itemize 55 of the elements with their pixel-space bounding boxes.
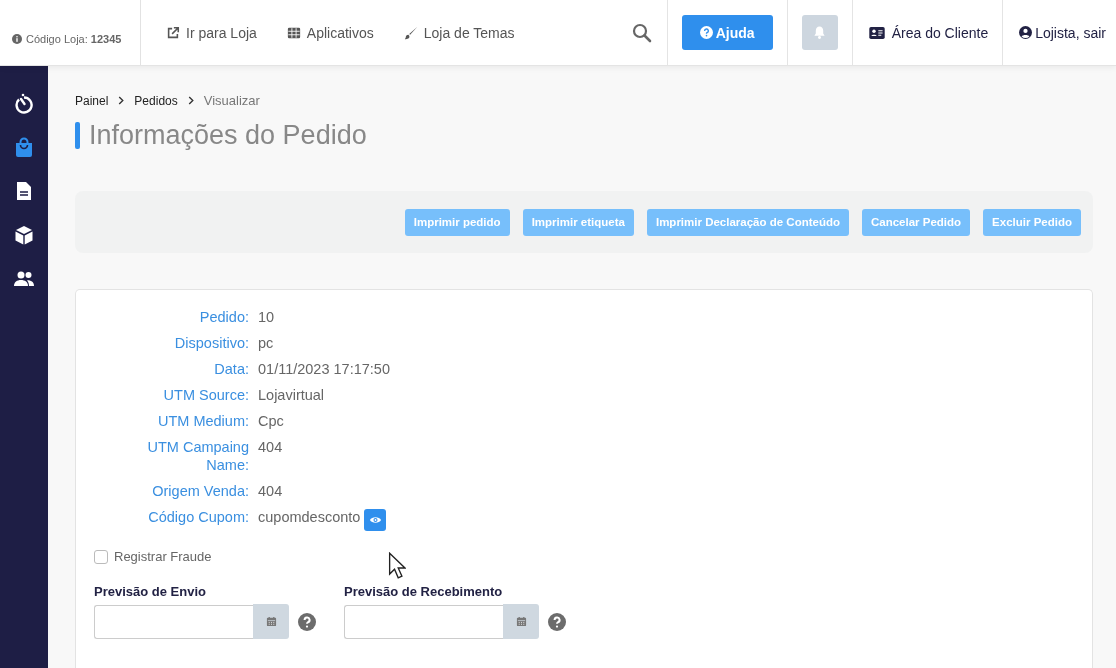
date-input[interactable] — [94, 604, 253, 639]
chevron-icon — [187, 96, 194, 105]
date-input[interactable] — [344, 604, 503, 639]
nav-link[interactable]: Loja de Temas — [403, 24, 515, 41]
question-icon — [699, 26, 713, 39]
field-value: 404 — [258, 438, 283, 456]
bell-icon — [813, 25, 827, 40]
calendar-button[interactable] — [503, 604, 539, 639]
client-area-link[interactable]: Área do Cliente — [852, 0, 1004, 65]
field-value: pc — [258, 334, 274, 352]
grid-icon — [286, 25, 301, 40]
help-icon[interactable] — [548, 612, 566, 631]
chevron-icon — [118, 96, 125, 105]
calendar-icon — [515, 616, 527, 627]
brush-icon — [403, 25, 418, 40]
external-link-icon — [166, 25, 180, 40]
view-button[interactable] — [364, 509, 387, 531]
user-icon — [1019, 26, 1033, 39]
info-icon — [12, 33, 22, 44]
search-icon[interactable] — [631, 22, 652, 43]
field-label: Origem Venda: — [151, 482, 249, 500]
field-label: UTM Medium: — [156, 412, 249, 430]
field-label: Previsão de Recebimento — [344, 584, 504, 599]
field-value: 10 — [258, 308, 275, 326]
field-value: cupomdesconto — [258, 508, 361, 526]
checkbox[interactable] — [94, 549, 108, 564]
field-value: Lojavirtual — [258, 386, 325, 404]
calendar-button[interactable] — [253, 604, 289, 639]
calendar-icon — [265, 616, 277, 627]
breadcrumb-current: Visualizar — [203, 93, 260, 108]
page-title: Informações do Pedido — [89, 120, 367, 151]
field-label: UTM Source: — [162, 386, 249, 404]
breadcrumb-link[interactable]: Pedidos — [134, 93, 178, 108]
field-value: 01/11/2023 17:17:50 — [258, 360, 390, 378]
field-label: Dispositivo: — [173, 334, 249, 352]
checkbox-label: Registrar Fraude — [114, 549, 212, 564]
field-label: Código Cupom: — [147, 508, 249, 527]
id-card-icon — [868, 26, 885, 39]
field-label: UTM Campaing Name: — [146, 438, 249, 474]
store-code: Código Loja: 12345 — [26, 32, 122, 45]
nav-link[interactable]: Aplicativos — [286, 24, 374, 41]
title-accent — [75, 122, 80, 149]
field-label: Pedido: — [198, 308, 249, 326]
logout-link[interactable]: Lojista, sair — [1003, 0, 1116, 65]
cursor-icon — [388, 552, 406, 579]
sidebar-item[interactable] — [13, 224, 35, 246]
field-label: Data: — [213, 360, 249, 378]
eye-icon — [368, 515, 382, 525]
sidebar-item[interactable] — [13, 92, 35, 114]
field-label: Previsão de Envio — [94, 584, 207, 599]
help-icon[interactable] — [298, 612, 316, 631]
field-value: 404 — [258, 482, 283, 500]
field-value: Cpc — [258, 412, 284, 430]
nav-link[interactable]: Ir para Loja — [166, 24, 257, 41]
breadcrumb-link[interactable]: Painel — [75, 93, 109, 108]
